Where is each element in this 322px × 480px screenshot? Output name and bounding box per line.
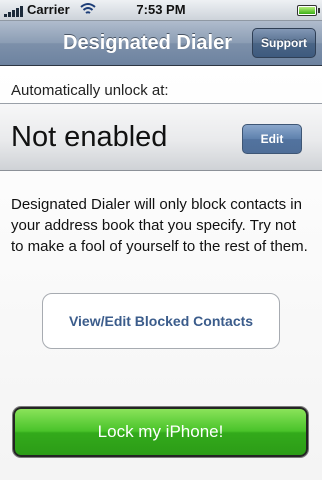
main-content: Automatically unlock at: Not enabled Edi… bbox=[0, 66, 322, 480]
description-text: Designated Dialer will only block contac… bbox=[11, 196, 308, 255]
unlock-status-row: Not enabled Edit bbox=[0, 104, 322, 171]
status-bar: Carrier 7:53 PM bbox=[0, 0, 322, 21]
navigation-bar: Designated Dialer Support bbox=[0, 21, 322, 66]
battery-icon bbox=[297, 5, 320, 16]
clock: 7:53 PM bbox=[136, 2, 186, 17]
unlock-status-value: Not enabled bbox=[11, 121, 168, 153]
auto-unlock-label: Automatically unlock at: bbox=[11, 82, 169, 99]
support-button[interactable]: Support bbox=[252, 28, 316, 58]
view-edit-blocked-contacts-button[interactable]: View/Edit Blocked Contacts bbox=[42, 293, 280, 349]
page-title: Designated Dialer bbox=[63, 32, 232, 54]
edit-button[interactable]: Edit bbox=[242, 124, 302, 154]
lock-iphone-button[interactable]: Lock my iPhone! bbox=[13, 407, 308, 457]
